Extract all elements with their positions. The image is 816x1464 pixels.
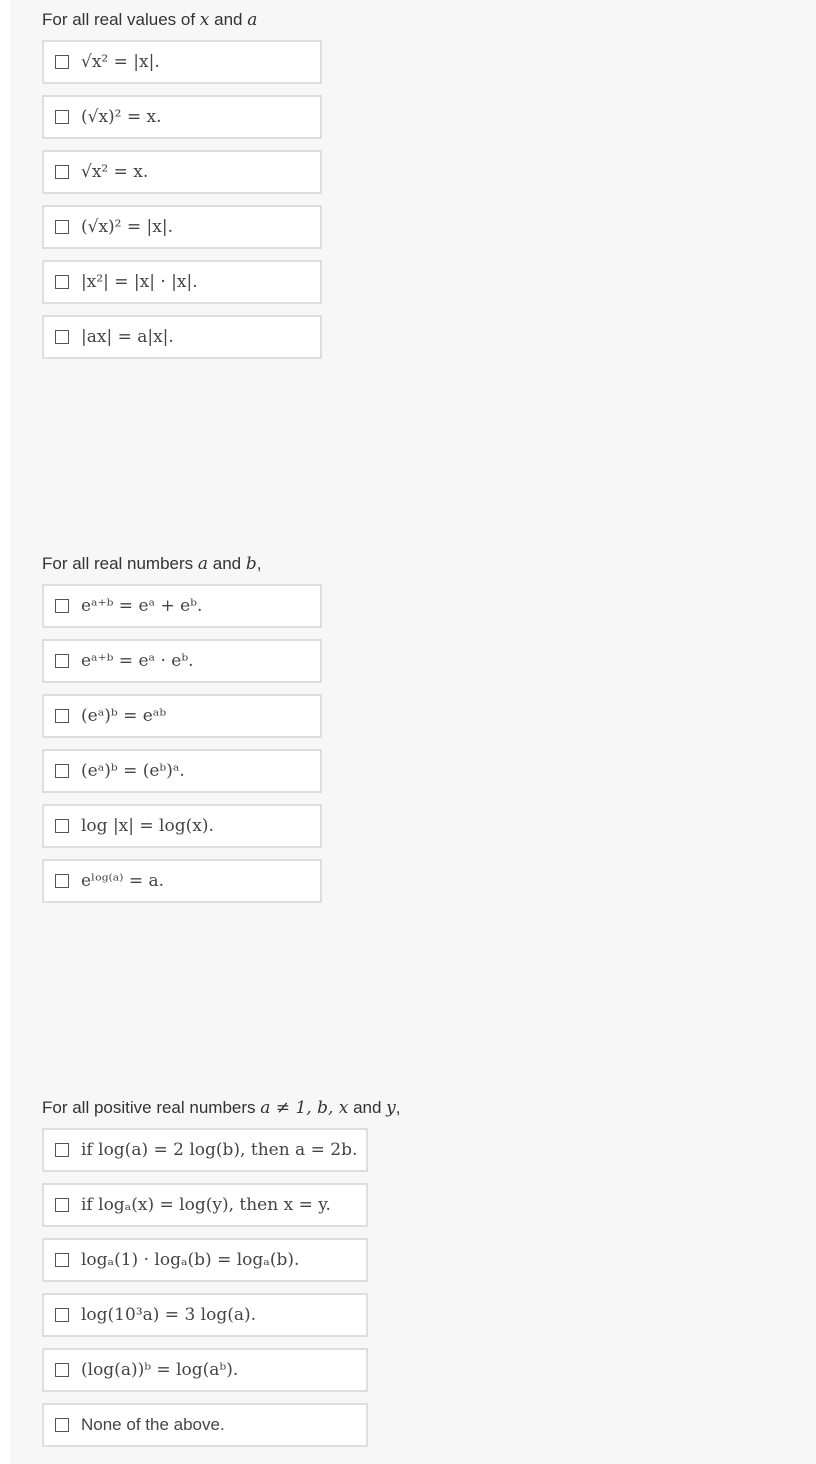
checkbox[interactable] [55,1143,69,1157]
prompt-variable: y [386,1098,396,1118]
option-label: (log(a))ᵇ = log(aᵇ). [81,1360,239,1380]
option-label: (eᵃ)ᵇ = (eᵇ)ᵃ. [81,761,185,781]
checkbox[interactable] [55,1308,69,1322]
option-checkbox-row[interactable]: eᵃ⁺ᵇ = eᵃ + eᵇ. [42,584,322,628]
option-checkbox-row[interactable]: log(10³a) = 3 log(a). [42,1293,368,1337]
option-checkbox-row[interactable]: (eᵃ)ᵇ = eᵃᵇ [42,694,322,738]
checkbox[interactable] [55,874,69,888]
option-label: if log(a) = 2 log(b), then a = 2b. [81,1140,358,1160]
option-checkbox-row[interactable]: log |x| = log(x). [42,804,322,848]
checkbox[interactable] [55,55,69,69]
option-label: (√x)² = |x|. [81,217,173,237]
checkbox[interactable] [55,110,69,124]
option-checkbox-row[interactable]: None of the above. [42,1403,368,1447]
option-label: √x² = |x|. [81,52,160,72]
option-checkbox-row[interactable]: eˡᵒᵍ⁽ᵃ⁾ = a. [42,859,322,903]
option-label: |ax| = a|x|. [81,327,174,347]
option-label: eᵃ⁺ᵇ = eᵃ + eᵇ. [81,596,203,616]
prompt-text: and [208,554,246,573]
option-label: (√x)² = x. [81,107,162,127]
option-checkbox-row[interactable]: (√x)² = x. [42,95,322,139]
prompt-variable: b [245,554,257,574]
question-group-3: For all positive real numbers a ≠ 1, b, … [42,1096,401,1458]
checkbox[interactable] [55,165,69,179]
option-checkbox-row[interactable]: √x² = x. [42,150,322,194]
option-checkbox-row[interactable]: if logₐ(x) = log(y), then x = y. [42,1183,368,1227]
checkbox[interactable] [55,1198,69,1212]
option-label: log |x| = log(x). [81,816,214,836]
checkbox[interactable] [55,1363,69,1377]
option-label: eˡᵒᵍ⁽ᵃ⁾ = a. [81,871,165,891]
prompt-text: For all real values of [42,10,200,29]
option-label: |x²| = |x| · |x|. [81,272,198,292]
prompt-variable: a [197,554,209,574]
checkbox[interactable] [55,709,69,723]
option-label: logₐ(1) · logₐ(b) = logₐ(b). [81,1250,300,1270]
option-checkbox-row[interactable]: |ax| = a|x|. [42,315,322,359]
prompt-text: and [209,10,248,29]
option-label: √x² = x. [81,162,149,182]
checkbox[interactable] [55,275,69,289]
option-checkbox-row[interactable]: if log(a) = 2 log(b), then a = 2b. [42,1128,368,1172]
option-checkbox-row[interactable]: √x² = |x|. [42,40,322,84]
question-prompt: For all real numbers a and b, [42,552,322,576]
prompt-text: , [256,554,262,573]
prompt-variable: a ≠ 1, b, x [260,1098,349,1118]
option-list: eᵃ⁺ᵇ = eᵃ + eᵇ. eᵃ⁺ᵇ = eᵃ · eᵇ. (eᵃ)ᵇ = … [42,584,322,903]
question-prompt: For all positive real numbers a ≠ 1, b, … [42,1096,401,1120]
option-checkbox-row[interactable]: (√x)² = |x|. [42,205,322,249]
option-list: if log(a) = 2 log(b), then a = 2b. if lo… [42,1128,401,1447]
checkbox[interactable] [55,1418,69,1432]
prompt-variable: x [199,10,210,30]
option-checkbox-row[interactable]: (log(a))ᵇ = log(aᵇ). [42,1348,368,1392]
checkbox[interactable] [55,1253,69,1267]
option-checkbox-row[interactable]: |x²| = |x| · |x|. [42,260,322,304]
prompt-text: , [395,1098,401,1117]
checkbox[interactable] [55,220,69,234]
option-checkbox-row[interactable]: logₐ(1) · logₐ(b) = logₐ(b). [42,1238,368,1282]
prompt-variable: a [247,10,258,30]
checkbox[interactable] [55,330,69,344]
option-checkbox-row[interactable]: (eᵃ)ᵇ = (eᵇ)ᵃ. [42,749,322,793]
checkbox[interactable] [55,764,69,778]
question-prompt: For all real values of x and a [42,8,322,32]
option-label: log(10³a) = 3 log(a). [81,1305,257,1325]
checkbox[interactable] [55,599,69,613]
option-label: if logₐ(x) = log(y), then x = y. [81,1195,331,1215]
checkbox[interactable] [55,654,69,668]
option-label: eᵃ⁺ᵇ = eᵃ · eᵇ. [81,651,194,671]
prompt-text: and [348,1098,387,1117]
checkbox[interactable] [55,819,69,833]
question-group-1: For all real values of x and a √x² = |x|… [42,8,322,370]
option-label: None of the above. [81,1415,225,1434]
prompt-text: For all positive real numbers [42,1098,261,1117]
question-group-2: For all real numbers a and b, eᵃ⁺ᵇ = eᵃ … [42,552,322,914]
prompt-text: For all real numbers [42,554,198,573]
option-label: (eᵃ)ᵇ = eᵃᵇ [81,706,167,726]
option-list: √x² = |x|. (√x)² = x. √x² = x. (√x)² = |… [42,40,322,359]
option-checkbox-row[interactable]: eᵃ⁺ᵇ = eᵃ · eᵇ. [42,639,322,683]
